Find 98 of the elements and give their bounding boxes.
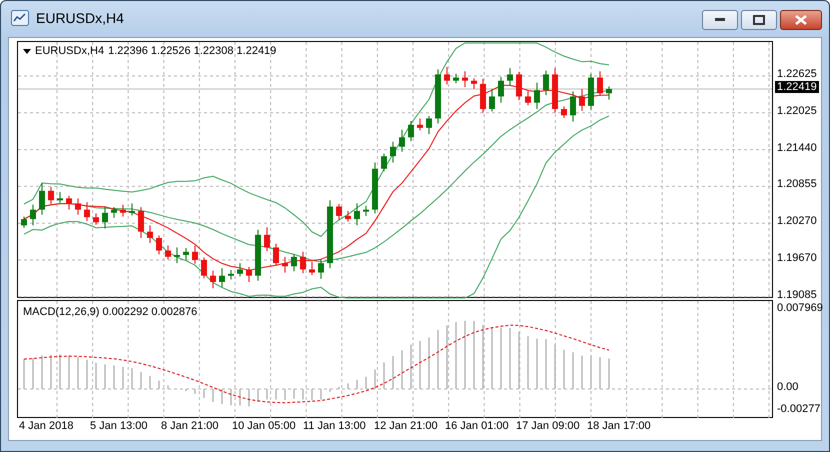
- price-axis-label: 1.22625: [777, 68, 817, 80]
- minimize-icon: [715, 18, 725, 22]
- candlestick: [345, 210, 351, 222]
- candlestick: [417, 118, 423, 131]
- candlestick: [75, 198, 81, 216]
- time-axis-label: 18 Jan 17:00: [587, 420, 651, 432]
- candlestick: [273, 243, 279, 266]
- candlestick: [57, 192, 63, 204]
- macd-legend: MACD(12,26,9) 0.002292 0.002876: [23, 306, 198, 318]
- candlestick: [471, 78, 477, 90]
- candlestick: [210, 270, 216, 289]
- current-price-label: 1.22419: [775, 80, 819, 93]
- candlestick: [561, 106, 567, 118]
- candlestick: [39, 182, 45, 216]
- candlestick: [48, 186, 54, 204]
- candlestick: [93, 212, 99, 226]
- candlestick: [426, 115, 432, 135]
- candlestick: [606, 86, 612, 100]
- time-axis-label: 11 Jan 13:00: [303, 420, 366, 432]
- candlestick: [156, 234, 162, 255]
- candlestick: [507, 68, 513, 86]
- candlestick: [372, 162, 378, 214]
- candlestick: [300, 251, 306, 274]
- price-axis-label: 1.19085: [777, 288, 817, 301]
- maximize-button[interactable]: [741, 10, 777, 30]
- time-axis-label: 17 Jan 09:00: [516, 420, 580, 432]
- candlestick: [552, 68, 558, 114]
- candlestick: [219, 268, 225, 288]
- candlestick: [309, 261, 315, 276]
- candlestick: [588, 73, 594, 110]
- candlestick: [525, 90, 531, 106]
- candlestick: [444, 66, 450, 85]
- candlestick: [489, 88, 495, 112]
- candlestick: [390, 141, 396, 163]
- price-axis-label: 1.20270: [777, 215, 817, 228]
- time-axis-label: 10 Jan 05:00: [232, 420, 296, 432]
- candlestick: [570, 90, 576, 122]
- candlestick: [498, 76, 504, 104]
- candlestick: [381, 153, 387, 172]
- chart-window-icon: [11, 10, 29, 26]
- window-title: EURUSDx,H4: [36, 10, 124, 26]
- candlestick: [174, 246, 180, 264]
- candlestick: [462, 70, 468, 88]
- price-axis-label: 1.20855: [777, 178, 817, 190]
- candlestick: [282, 256, 288, 274]
- candlestick: [111, 206, 117, 218]
- candlestick: [336, 204, 342, 220]
- candlestick: [84, 202, 90, 222]
- candlestick: [66, 195, 72, 210]
- candlestick: [597, 70, 603, 96]
- candlestick: [183, 248, 189, 260]
- candlestick: [192, 245, 198, 264]
- macd-axis-label: -0.00277: [777, 403, 820, 415]
- ohlc-values: 1.22396 1.22526 1.22308 1.22419: [108, 45, 276, 57]
- candlestick: [534, 82, 540, 110]
- candlestick: [480, 78, 486, 114]
- close-button[interactable]: [780, 10, 822, 30]
- candlestick: [228, 270, 234, 280]
- candlestick: [165, 245, 171, 260]
- candlestick: [408, 120, 414, 142]
- candlestick: [435, 68, 441, 124]
- time-axis-label: 16 Jan 01:00: [445, 420, 509, 432]
- candlestick: [21, 216, 27, 228]
- price-axis-label: 1.19670: [777, 252, 817, 264]
- time-axis-label: 8 Jan 21:00: [161, 420, 218, 432]
- price-axis-label: 1.21440: [777, 142, 817, 154]
- symbol-label: EURUSDx,H4: [35, 45, 104, 57]
- candlestick: [543, 70, 549, 96]
- maximize-icon: [753, 15, 765, 25]
- dropdown-triangle-icon[interactable]: [23, 48, 31, 54]
- candlestick: [30, 204, 36, 226]
- candlestick: [201, 256, 207, 279]
- candlestick: [129, 202, 135, 216]
- candlestick: [138, 206, 144, 238]
- candlestick: [246, 266, 252, 282]
- candlestick: [579, 88, 585, 112]
- candlestick: [399, 129, 405, 152]
- candlestick: [264, 226, 270, 252]
- candlestick: [102, 206, 108, 230]
- candlestick: [354, 202, 360, 226]
- time-axis-label: 5 Jan 13:00: [90, 420, 148, 432]
- candlestick: [363, 205, 369, 216]
- price-axis-label: 1.22025: [777, 104, 817, 117]
- macd-axis-label: 0.007969: [777, 302, 823, 314]
- candlestick: [327, 200, 333, 269]
- candlestick: [516, 71, 522, 101]
- minimize-button[interactable]: [702, 10, 738, 30]
- close-icon: [795, 15, 807, 25]
- time-axis-label: 4 Jan 2018: [19, 420, 74, 432]
- candlestick: [147, 224, 153, 244]
- time-axis-label: 12 Jan 21:00: [374, 420, 438, 432]
- candlestick: [255, 229, 261, 282]
- candlestick: [291, 254, 297, 272]
- candlestick: [120, 204, 126, 218]
- macd-axis-label: 0.00: [777, 381, 798, 393]
- candlestick: [237, 262, 243, 277]
- candlestick: [318, 258, 324, 280]
- candlestick: [453, 73, 459, 84]
